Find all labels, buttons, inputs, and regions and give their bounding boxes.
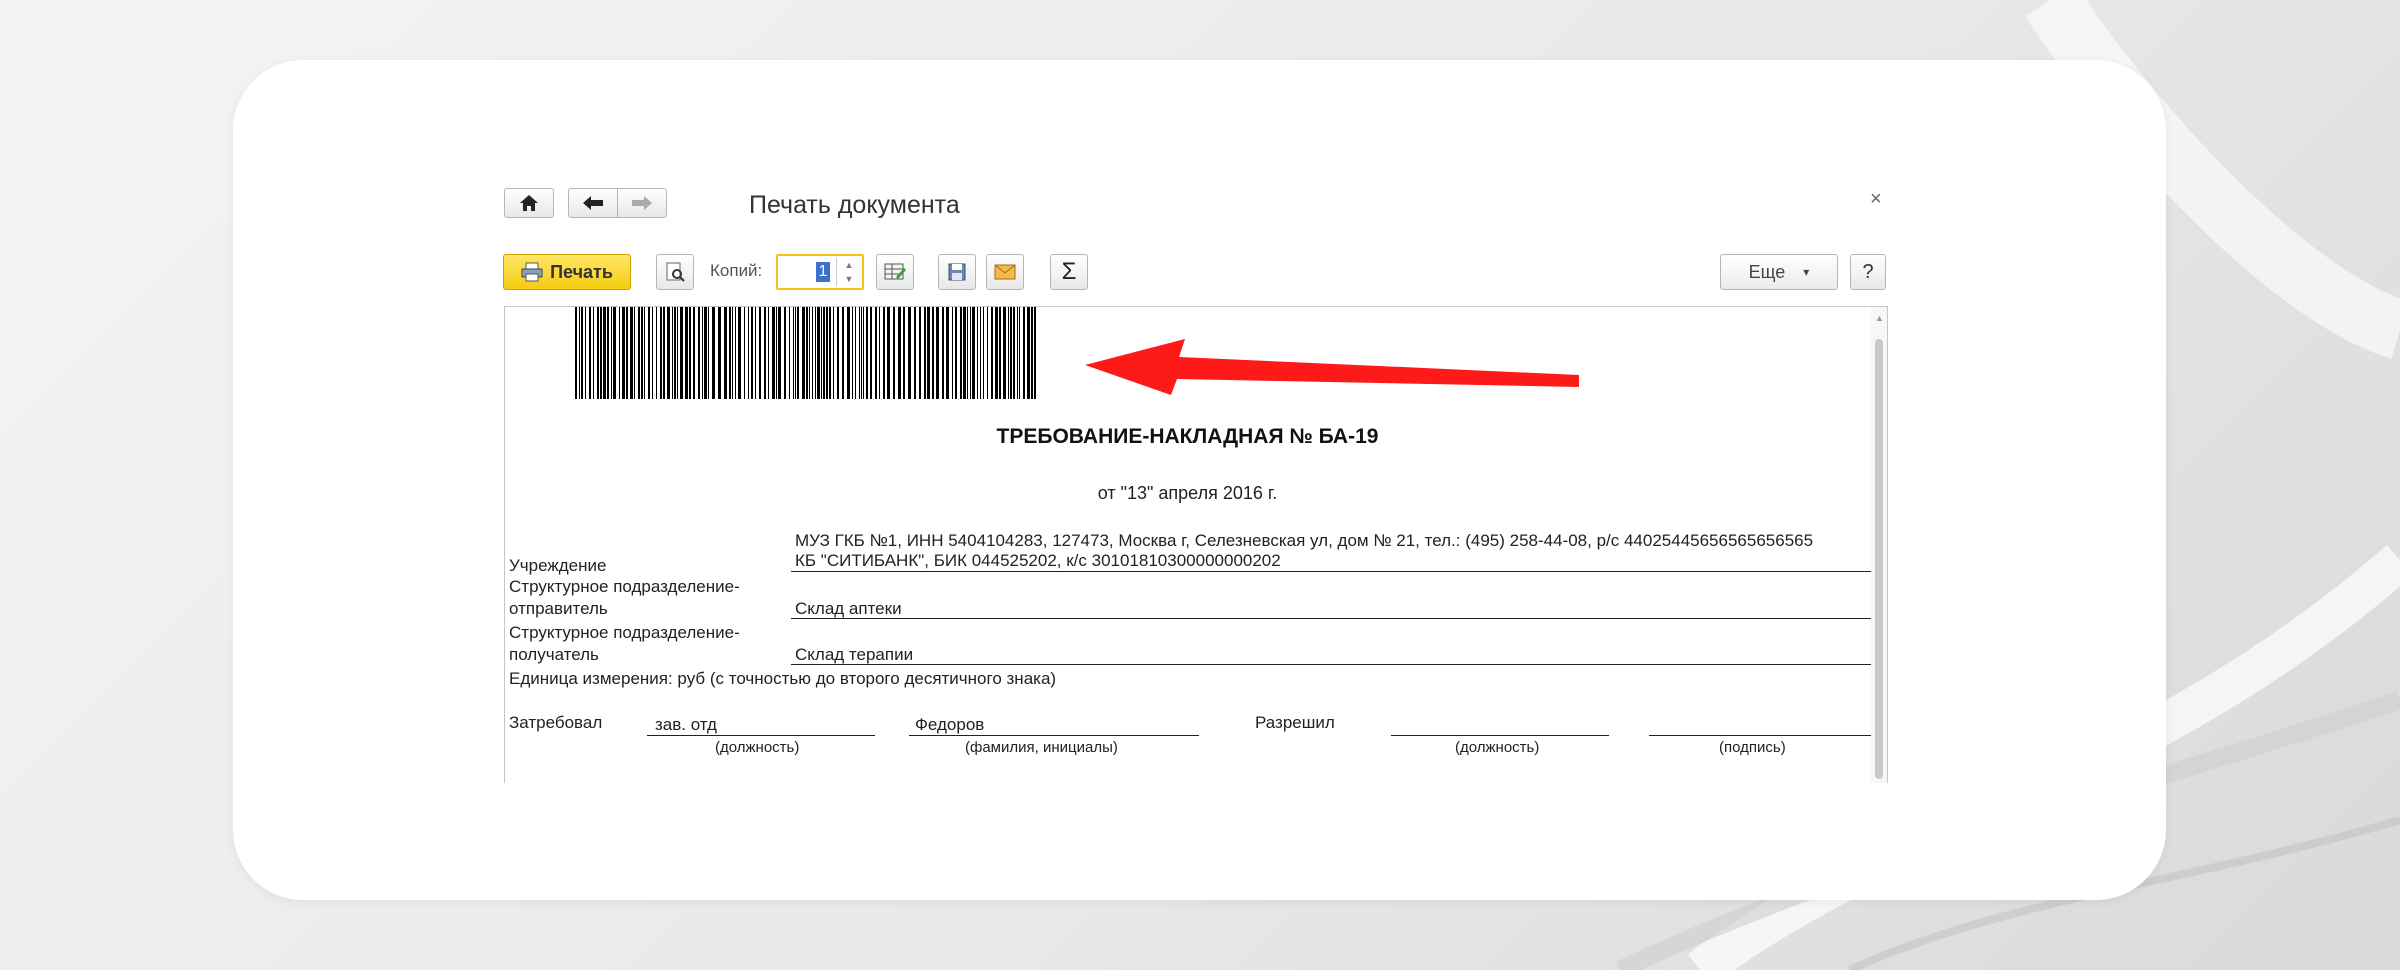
help-button[interactable]: ? — [1850, 254, 1886, 290]
chevron-down-icon: ▾ — [1803, 265, 1810, 279]
spin-down-icon[interactable]: ▼ — [845, 274, 854, 284]
sum-button[interactable]: Σ — [1050, 254, 1088, 290]
document-preview[interactable]: ТРЕБОВАНИЕ-НАКЛАДНАЯ № БА-19 от "13" апр… — [504, 306, 1888, 783]
requested-label: Затребовал — [509, 713, 603, 732]
back-button[interactable] — [568, 188, 618, 218]
requested-name-underline — [909, 735, 1199, 736]
print-button-label: Печать — [550, 261, 613, 282]
copies-input[interactable] — [816, 262, 830, 282]
caption-signature: (подпись) — [1719, 739, 1786, 756]
copies-spinner[interactable]: ▲ ▼ — [836, 258, 861, 286]
caption-position: (должность) — [715, 739, 800, 756]
edit-table-button[interactable] — [876, 254, 914, 290]
receiver-label-line1: Структурное подразделение- — [509, 623, 740, 642]
sender-value: Склад аптеки — [795, 599, 902, 618]
more-button-label: Еще — [1748, 261, 1786, 282]
document-date: от "13" апреля 2016 г. — [1097, 483, 1278, 503]
scroll-up-icon[interactable]: ▲ — [1875, 313, 1884, 323]
close-icon[interactable]: × — [1870, 188, 1882, 211]
table-edit-icon — [884, 263, 906, 280]
printer-icon — [521, 262, 543, 282]
sender-underline — [791, 618, 1871, 619]
requested-position-underline — [647, 735, 875, 736]
approved-signature-underline — [1649, 735, 1871, 736]
requested-name: Федоров — [915, 715, 985, 734]
document-title: ТРЕБОВАНИЕ-НАКЛАДНАЯ № БА-19 — [996, 425, 1379, 448]
print-preview-icon — [666, 262, 685, 282]
scrollbar-thumb[interactable] — [1875, 339, 1883, 779]
home-icon — [520, 195, 538, 211]
institution-underline — [791, 571, 1871, 572]
approved-position-underline — [1391, 735, 1609, 736]
approved-label: Разрешил — [1255, 713, 1335, 732]
red-arrow-annotation — [1085, 339, 1579, 395]
vertical-scrollbar[interactable]: ▲ — [1871, 307, 1887, 783]
send-email-button[interactable] — [986, 254, 1024, 290]
save-icon — [948, 263, 966, 281]
institution-value-line2: КБ "СИТИБАНК", БИК 044525202, к/с 301018… — [795, 551, 1281, 570]
unit-of-measure: Единица измерения: руб (с точностью до в… — [509, 669, 1057, 688]
caption-position-2: (должность) — [1455, 739, 1540, 756]
print-document-window: Печать документа × Печать Копий: ▲ ▼ — [500, 176, 1893, 783]
receiver-underline — [791, 664, 1871, 665]
forward-button[interactable] — [617, 188, 667, 218]
copies-label: Копий: — [710, 261, 763, 280]
spin-up-icon[interactable]: ▲ — [845, 260, 854, 270]
sender-label-line2: отправитель — [509, 599, 608, 618]
requested-position: зав. отд — [655, 715, 717, 734]
barcode-image — [575, 307, 1036, 399]
envelope-icon — [994, 264, 1016, 280]
institution-value-line1: МУЗ ГКБ №1, ИНН 5404104283, 127473, Моск… — [795, 531, 1814, 550]
arrow-right-icon — [632, 196, 652, 210]
print-button[interactable]: Печать — [503, 254, 631, 290]
copies-stepper[interactable]: ▲ ▼ — [776, 254, 864, 290]
more-button[interactable]: Еще ▾ — [1720, 254, 1838, 290]
home-button[interactable] — [504, 188, 554, 218]
caption-name: (фамилия, инициалы) — [965, 739, 1118, 756]
sender-label-line1: Структурное подразделение- — [509, 577, 740, 596]
receiver-value: Склад терапии — [795, 645, 914, 664]
print-preview-button[interactable] — [656, 254, 694, 290]
window-title: Печать документа — [749, 191, 960, 219]
sigma-icon: Σ — [1061, 258, 1077, 285]
save-button[interactable] — [938, 254, 976, 290]
arrow-left-icon — [583, 196, 603, 210]
institution-label: Учреждение — [509, 556, 607, 575]
receiver-label-line2: получатель — [509, 645, 599, 664]
